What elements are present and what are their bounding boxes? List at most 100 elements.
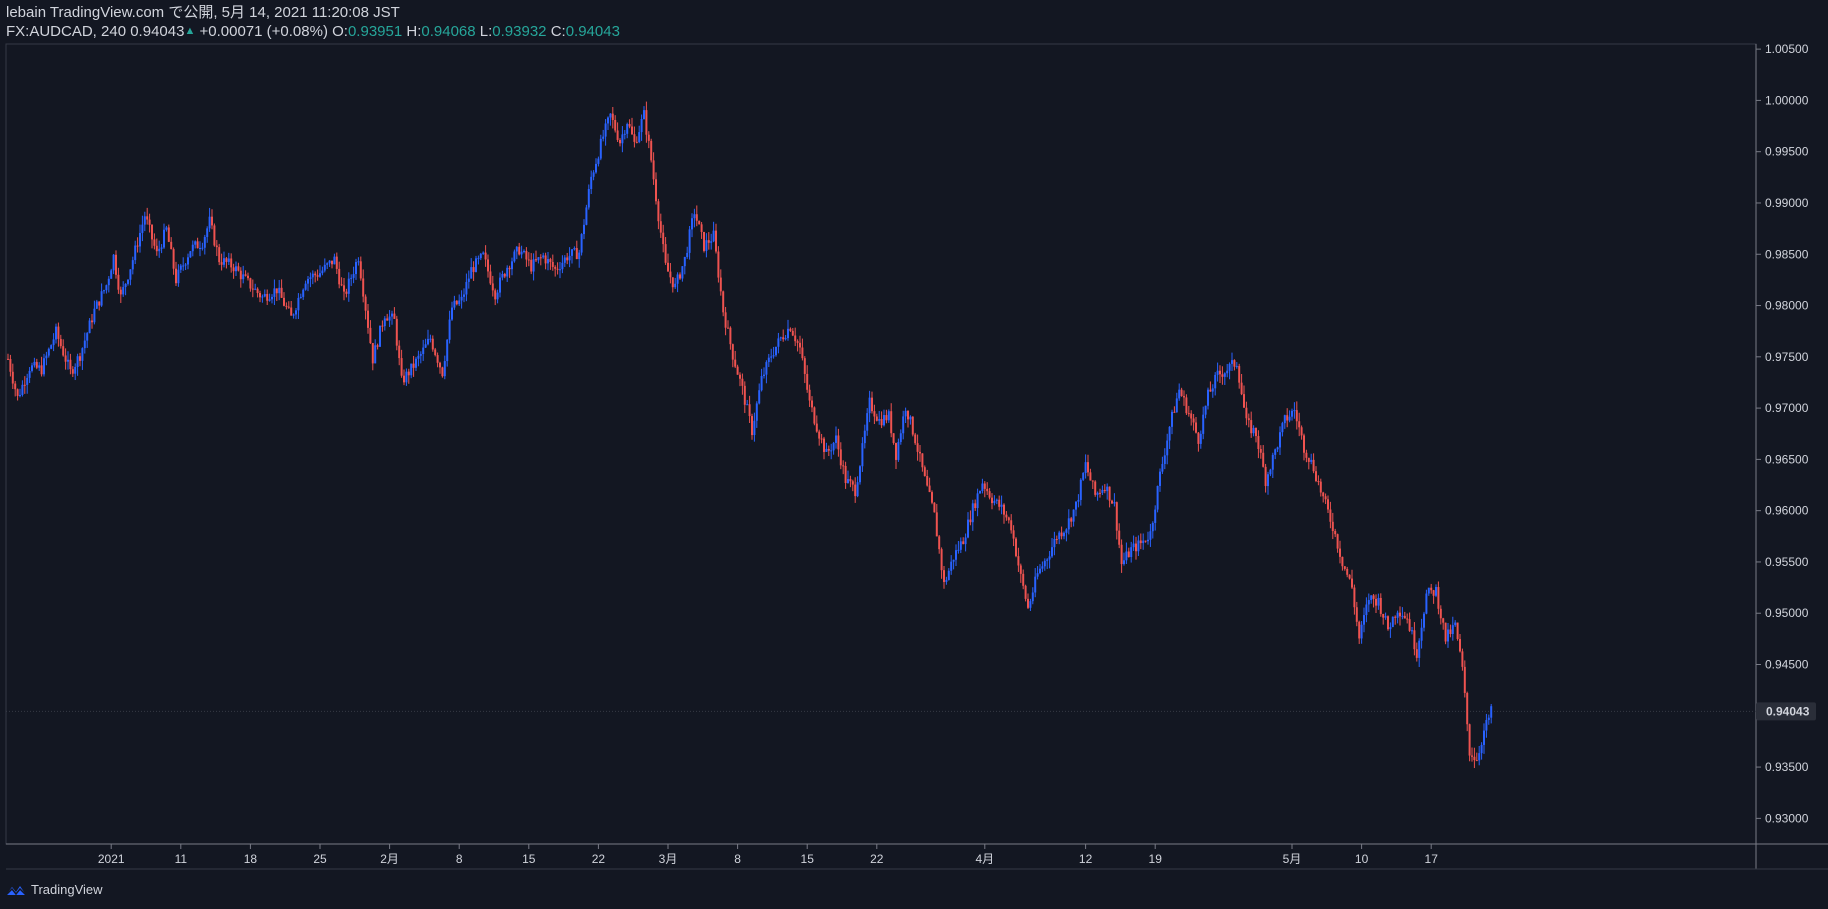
candle-body [981, 483, 984, 491]
candle-body [823, 438, 825, 452]
price-chart[interactable]: 1.00500 1.00000 0.99500 0.99000 0.98500 0.980… [0, 0, 1828, 909]
candle-body [1070, 518, 1073, 522]
candle-body [227, 258, 230, 262]
y-tick-label: 1.00000 [1765, 93, 1809, 107]
candle-body [770, 356, 773, 358]
candle-body [777, 338, 780, 347]
candle-body [55, 326, 57, 340]
candle-body [1024, 585, 1027, 599]
candle-body [311, 273, 314, 278]
candle-body [712, 230, 715, 242]
candle-body [561, 262, 564, 270]
candle-body [1439, 608, 1442, 619]
candle-body [1027, 598, 1029, 608]
x-tick-label: 25 [313, 852, 327, 866]
candle-body [1391, 616, 1394, 628]
candle-body [364, 296, 367, 311]
candle-body [957, 549, 960, 551]
candle-body [971, 503, 974, 523]
candle-body [1060, 532, 1063, 537]
candle-body [352, 274, 355, 278]
candle-body [974, 503, 977, 509]
candle-body [1286, 415, 1289, 421]
candle-body [422, 347, 425, 355]
candle-body [1223, 373, 1226, 377]
candle-body [412, 363, 415, 368]
candle-body [379, 325, 381, 347]
candle-body [719, 277, 722, 292]
candle-body [619, 139, 621, 144]
candle-body [1113, 502, 1116, 504]
candle-body [1075, 501, 1077, 510]
candle-body [518, 246, 521, 255]
candle-body [1293, 410, 1296, 412]
candle-body [928, 485, 931, 493]
candle-body [1233, 360, 1236, 367]
tradingview-brand[interactable]: TradingView [5, 882, 103, 897]
candle-body [837, 435, 840, 450]
candle-body [501, 273, 504, 278]
candle-body [1255, 427, 1257, 437]
candle-body [652, 160, 655, 180]
candle-body [746, 404, 749, 406]
candle-body [295, 310, 297, 315]
candle-body [923, 467, 926, 477]
candle-body [1180, 389, 1183, 397]
candle-body [1456, 622, 1459, 640]
candle-body [460, 296, 463, 301]
candle-body [179, 265, 182, 270]
candle-body [383, 318, 386, 327]
candle-body [155, 245, 158, 252]
candle-body [662, 232, 665, 245]
candle-body [1336, 534, 1339, 549]
candle-body [760, 376, 763, 391]
candle-body [772, 355, 775, 357]
candle-body [902, 416, 905, 434]
candle-body [74, 366, 77, 374]
candle-body [151, 224, 153, 240]
candle-body [1175, 398, 1178, 413]
candle-body [323, 264, 326, 271]
candle-body [1065, 529, 1068, 533]
candle-body [868, 397, 871, 414]
candle-body [1358, 621, 1361, 639]
last-price-badge: 0.94043 [1756, 702, 1816, 721]
y-tick-label: 0.97000 [1765, 401, 1809, 415]
candle-body [35, 361, 38, 368]
candle-body [28, 370, 31, 378]
candle-body [583, 224, 585, 235]
candle-body [1197, 432, 1200, 444]
candle-body [520, 251, 523, 255]
last-price-label: 0.94043 [1766, 704, 1810, 718]
candle-body [1375, 598, 1377, 606]
candle-body [741, 378, 744, 386]
candle-body [722, 291, 725, 313]
candle-body [1267, 474, 1269, 487]
x-tick-label: 2021 [98, 852, 125, 866]
candle-body [847, 479, 849, 484]
candle-body [386, 318, 389, 321]
candle-body [921, 453, 924, 468]
candle-body [1084, 462, 1087, 474]
candle-body [201, 247, 204, 249]
candle-body [1281, 423, 1284, 433]
candle-body [1372, 595, 1375, 599]
candle-body [297, 297, 300, 311]
candle-body [551, 261, 554, 267]
candle-body [134, 245, 137, 261]
candle-body [633, 134, 636, 142]
y-tick-label: 0.97500 [1765, 350, 1809, 364]
candle-body [443, 361, 446, 377]
candle-body [1029, 601, 1032, 608]
candle-body [491, 283, 494, 291]
candle-body [1295, 410, 1298, 422]
x-axis[interactable]: 2021 11 18 25 2月 8 15 22 3月 8 15 22 4月 12 19 5月 10 17 [98, 844, 1438, 866]
candle-body [880, 419, 883, 426]
candle-body [1144, 540, 1147, 542]
candle-body [98, 301, 101, 306]
candle-body [1156, 485, 1159, 510]
candle-body [16, 389, 19, 396]
candle-body [1123, 560, 1125, 565]
candle-body [1048, 556, 1051, 560]
candle-body [919, 451, 921, 454]
